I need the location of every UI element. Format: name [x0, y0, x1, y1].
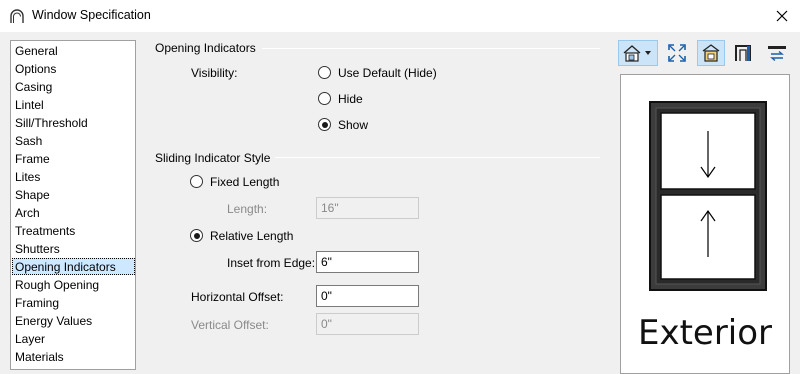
length-label: Length:	[227, 202, 268, 216]
nav-item-options[interactable]: Options	[13, 61, 135, 78]
window-title: Window Specification	[32, 8, 151, 22]
inset-from-edge-label: Inset from Edge:	[227, 256, 316, 270]
group-divider	[262, 48, 600, 49]
nav-item-arch[interactable]: Arch	[13, 205, 135, 222]
exterior-label: Exterior	[637, 313, 773, 353]
nav-item-framing[interactable]: Framing	[13, 295, 135, 312]
nav-item-treatments[interactable]: Treatments	[13, 223, 135, 240]
window-side-button[interactable]	[731, 40, 755, 66]
nav-item-sash[interactable]: Sash	[13, 133, 135, 150]
vertical-offset-input[interactable]: 0"	[316, 313, 419, 335]
nav-item-opening-indicators[interactable]: Opening Indicators	[12, 258, 135, 275]
color-render-button[interactable]	[697, 40, 725, 66]
window-side-icon	[735, 45, 751, 61]
close-button[interactable]	[768, 3, 796, 29]
relative-length-radio[interactable]	[190, 229, 203, 242]
nav-item-frame[interactable]: Frame	[13, 151, 135, 168]
nav-item-casing[interactable]: Casing	[13, 79, 135, 96]
window-preview-icon	[649, 101, 767, 291]
nav-item-layer[interactable]: Layer	[13, 331, 135, 348]
color-render-icon	[702, 44, 720, 62]
fixed-length-label[interactable]: Fixed Length	[210, 175, 279, 189]
horizontal-offset-label: Horizontal Offset:	[191, 290, 284, 304]
sliding-indicator-group-title: Sliding Indicator Style	[155, 151, 271, 165]
hide-label[interactable]: Hide	[338, 92, 363, 106]
view-elevation-button[interactable]	[618, 40, 658, 66]
use-default-label[interactable]: Use Default (Hide)	[338, 66, 437, 80]
show-radio[interactable]	[318, 118, 331, 131]
preview-pane: Exterior	[620, 74, 790, 374]
horizontal-offset-input[interactable]: 0"	[316, 285, 419, 307]
nav-item-shutters[interactable]: Shutters	[13, 241, 135, 258]
swap-view-button[interactable]	[763, 40, 791, 66]
show-label[interactable]: Show	[338, 118, 368, 132]
nav-item-lintel[interactable]: Lintel	[13, 97, 135, 114]
visibility-label: Visibility:	[191, 66, 238, 80]
title-bar: Window Specification	[0, 0, 800, 32]
vertical-offset-label: Vertical Offset:	[191, 318, 269, 332]
use-default-radio[interactable]	[318, 66, 331, 79]
category-list[interactable]: General Options Casing Lintel Sill/Thres…	[10, 40, 136, 370]
nav-item-sill-threshold[interactable]: Sill/Threshold	[13, 115, 135, 132]
nav-item-energy-values[interactable]: Energy Values	[13, 313, 135, 330]
arch-window-icon	[10, 9, 24, 23]
view-elevation-icon	[623, 45, 651, 62]
close-icon	[776, 10, 788, 22]
fill-window-icon	[668, 44, 686, 62]
hide-radio[interactable]	[318, 92, 331, 105]
swap-view-icon	[768, 46, 786, 62]
inset-from-edge-input[interactable]: 6"	[316, 251, 419, 273]
nav-item-lites[interactable]: Lites	[13, 169, 135, 186]
nav-item-shape[interactable]: Shape	[13, 187, 135, 204]
relative-length-label[interactable]: Relative Length	[210, 229, 293, 243]
fixed-length-radio[interactable]	[190, 175, 203, 188]
nav-item-general[interactable]: General	[13, 43, 135, 60]
group-divider	[275, 157, 600, 158]
fill-window-button[interactable]	[664, 40, 690, 66]
nav-item-rough-opening[interactable]: Rough Opening	[13, 277, 135, 294]
nav-item-materials[interactable]: Materials	[13, 349, 135, 366]
opening-indicators-group-title: Opening Indicators	[155, 41, 256, 55]
length-input[interactable]: 16"	[316, 197, 419, 219]
